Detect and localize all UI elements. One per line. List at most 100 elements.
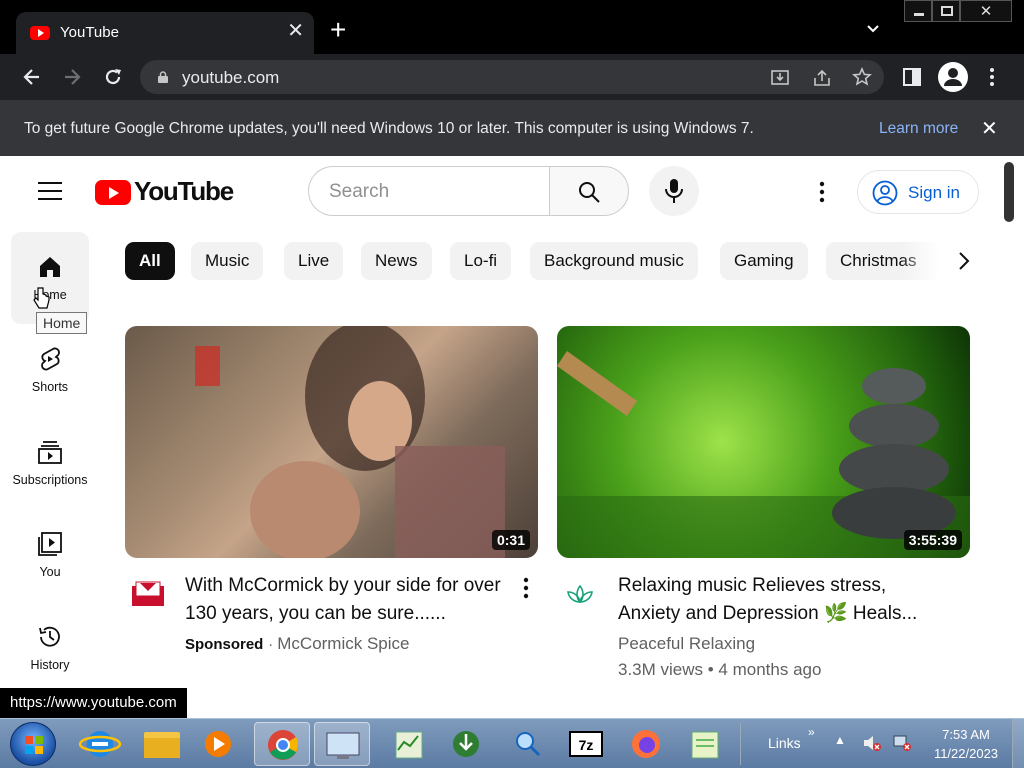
video-duration: 0:31	[491, 530, 530, 550]
chip-background-music[interactable]: Background music	[530, 242, 698, 280]
chip-all[interactable]: All	[125, 242, 175, 280]
youtube-logo-icon[interactable]	[95, 180, 131, 205]
hand-cursor-icon	[33, 287, 50, 309]
profile-avatar-icon[interactable]	[938, 62, 968, 92]
settings-more-icon[interactable]	[812, 180, 832, 204]
chrome-menu-icon[interactable]	[981, 66, 1003, 88]
youtube-favicon-icon	[30, 26, 50, 40]
svg-text:7z: 7z	[579, 737, 594, 753]
page-scrollbar[interactable]	[1004, 162, 1014, 222]
back-arrow-icon[interactable]	[21, 66, 43, 88]
lock-icon[interactable]	[158, 71, 168, 83]
status-bar-url: https://www.youtube.com	[0, 688, 187, 718]
video-title[interactable]: Relaxing music Relieves stress, Anxiety …	[618, 572, 948, 628]
media-player-icon[interactable]	[190, 722, 246, 766]
guide-item-history[interactable]: History	[0, 624, 100, 672]
guide-menu-icon[interactable]	[38, 182, 62, 200]
subscriptions-icon	[38, 441, 62, 464]
address-bar[interactable]: youtube.com	[140, 60, 884, 94]
history-icon	[39, 626, 60, 647]
browser-tab[interactable]: YouTube ✕	[16, 12, 314, 54]
chip-fade	[900, 236, 940, 286]
links-chevron-icon[interactable]: »	[808, 725, 815, 739]
show-desktop-button[interactable]	[1012, 719, 1024, 768]
guide-item-shorts[interactable]: Shorts	[0, 346, 100, 394]
window-controls: ✕	[904, 0, 1012, 22]
channel-name[interactable]: McCormick Spice	[277, 634, 409, 653]
guide-item-home[interactable]: Home	[0, 254, 100, 302]
browser-toolbar: youtube.com	[0, 54, 1024, 100]
update-info-bar: To get future Google Chrome updates, you…	[0, 100, 1024, 156]
new-tab-icon[interactable]: +	[330, 16, 346, 44]
volume-muted-icon[interactable]	[862, 733, 882, 753]
info-bar-close-icon[interactable]: ✕	[981, 116, 998, 141]
tray-expand-icon[interactable]: ▲	[834, 733, 846, 747]
video-thumbnail[interactable]: 3:55:39	[557, 326, 970, 558]
search-icon	[579, 182, 600, 203]
guide-label-history: History	[30, 658, 70, 672]
video-menu-icon[interactable]	[518, 576, 534, 600]
microphone-icon	[665, 179, 683, 203]
notepad-icon[interactable]	[678, 722, 734, 766]
side-panel-icon[interactable]	[901, 66, 923, 88]
taskbar-scroll[interactable]	[740, 723, 754, 765]
youtube-page: YouTube Search Sign in Home Shorts Subsc…	[0, 156, 1024, 718]
guide-label-home: Home	[33, 288, 67, 302]
chevron-right-icon[interactable]	[954, 248, 974, 274]
shorts-icon	[41, 347, 60, 371]
chip-news[interactable]: News	[361, 242, 432, 280]
tab-search-chevron-icon[interactable]	[866, 22, 880, 36]
links-toolbar[interactable]: Links	[768, 735, 801, 751]
maximize-button[interactable]	[932, 0, 960, 22]
guide-label-you: You	[39, 565, 61, 579]
chip-music[interactable]: Music	[191, 242, 264, 280]
video-meta-row: Sponsored · McCormick Spice	[185, 634, 410, 653]
sign-in-label: Sign in	[908, 183, 960, 202]
chip-gaming[interactable]: Gaming	[720, 242, 808, 280]
search-button[interactable]	[549, 166, 629, 216]
guide-item-you[interactable]: You	[0, 531, 100, 579]
internet-explorer-icon[interactable]	[72, 722, 128, 766]
windows-logo-icon	[25, 736, 43, 754]
tab-title: YouTube	[60, 24, 119, 41]
tab-close-icon[interactable]: ✕	[287, 21, 304, 41]
learn-more-link[interactable]: Learn more	[879, 120, 958, 138]
download-manager-icon[interactable]	[438, 722, 494, 766]
video-title[interactable]: With McCormick by your side for over 130…	[185, 572, 505, 628]
forward-arrow-icon[interactable]	[61, 66, 83, 88]
minimize-button[interactable]	[904, 0, 932, 22]
sign-in-button[interactable]: Sign in	[857, 170, 979, 214]
reload-icon[interactable]	[102, 66, 124, 88]
url-text[interactable]: youtube.com	[182, 68, 279, 88]
file-explorer-icon[interactable]	[134, 722, 190, 766]
windows-taskbar: 7z Links » ▲ 7:53 AM 11/22/2023	[0, 718, 1024, 768]
bookmark-star-icon[interactable]	[852, 67, 872, 87]
home-tooltip: Home	[36, 312, 88, 334]
seven-zip-icon[interactable]: 7z	[558, 722, 614, 766]
channel-name[interactable]: Peaceful Relaxing	[618, 634, 755, 654]
chip-live[interactable]: Live	[284, 242, 344, 280]
video-thumbnail[interactable]: 0:31	[125, 326, 538, 558]
firefox-icon[interactable]	[618, 722, 674, 766]
window-close-button[interactable]: ✕	[960, 0, 1012, 22]
chip-lo-fi[interactable]: Lo-fi	[450, 242, 512, 280]
channel-avatar[interactable]	[128, 576, 168, 616]
channel-avatar[interactable]	[560, 576, 600, 616]
install-app-icon[interactable]	[770, 68, 790, 88]
search-tool-icon[interactable]	[500, 722, 556, 766]
task-manager-icon[interactable]	[382, 722, 438, 766]
browser-title-bar: YouTube ✕ + ✕	[0, 0, 1024, 54]
share-icon[interactable]	[812, 68, 832, 88]
info-bar-message: To get future Google Chrome updates, you…	[24, 120, 754, 137]
system-clock[interactable]: 7:53 AM 11/22/2023	[924, 725, 1008, 763]
guide-label-shorts: Shorts	[31, 380, 69, 394]
start-button[interactable]	[10, 722, 56, 766]
remote-desktop-icon[interactable]	[314, 722, 370, 766]
chrome-taskbar-icon[interactable]	[254, 722, 310, 766]
youtube-logo-text[interactable]: YouTube	[134, 176, 234, 207]
search-input[interactable]: Search	[308, 166, 550, 216]
guide-item-subscriptions[interactable]: Subscriptions	[0, 439, 100, 487]
clock-date: 11/22/2023	[933, 746, 999, 761]
network-disconnected-icon[interactable]	[892, 733, 912, 753]
voice-search-button[interactable]	[649, 166, 699, 216]
